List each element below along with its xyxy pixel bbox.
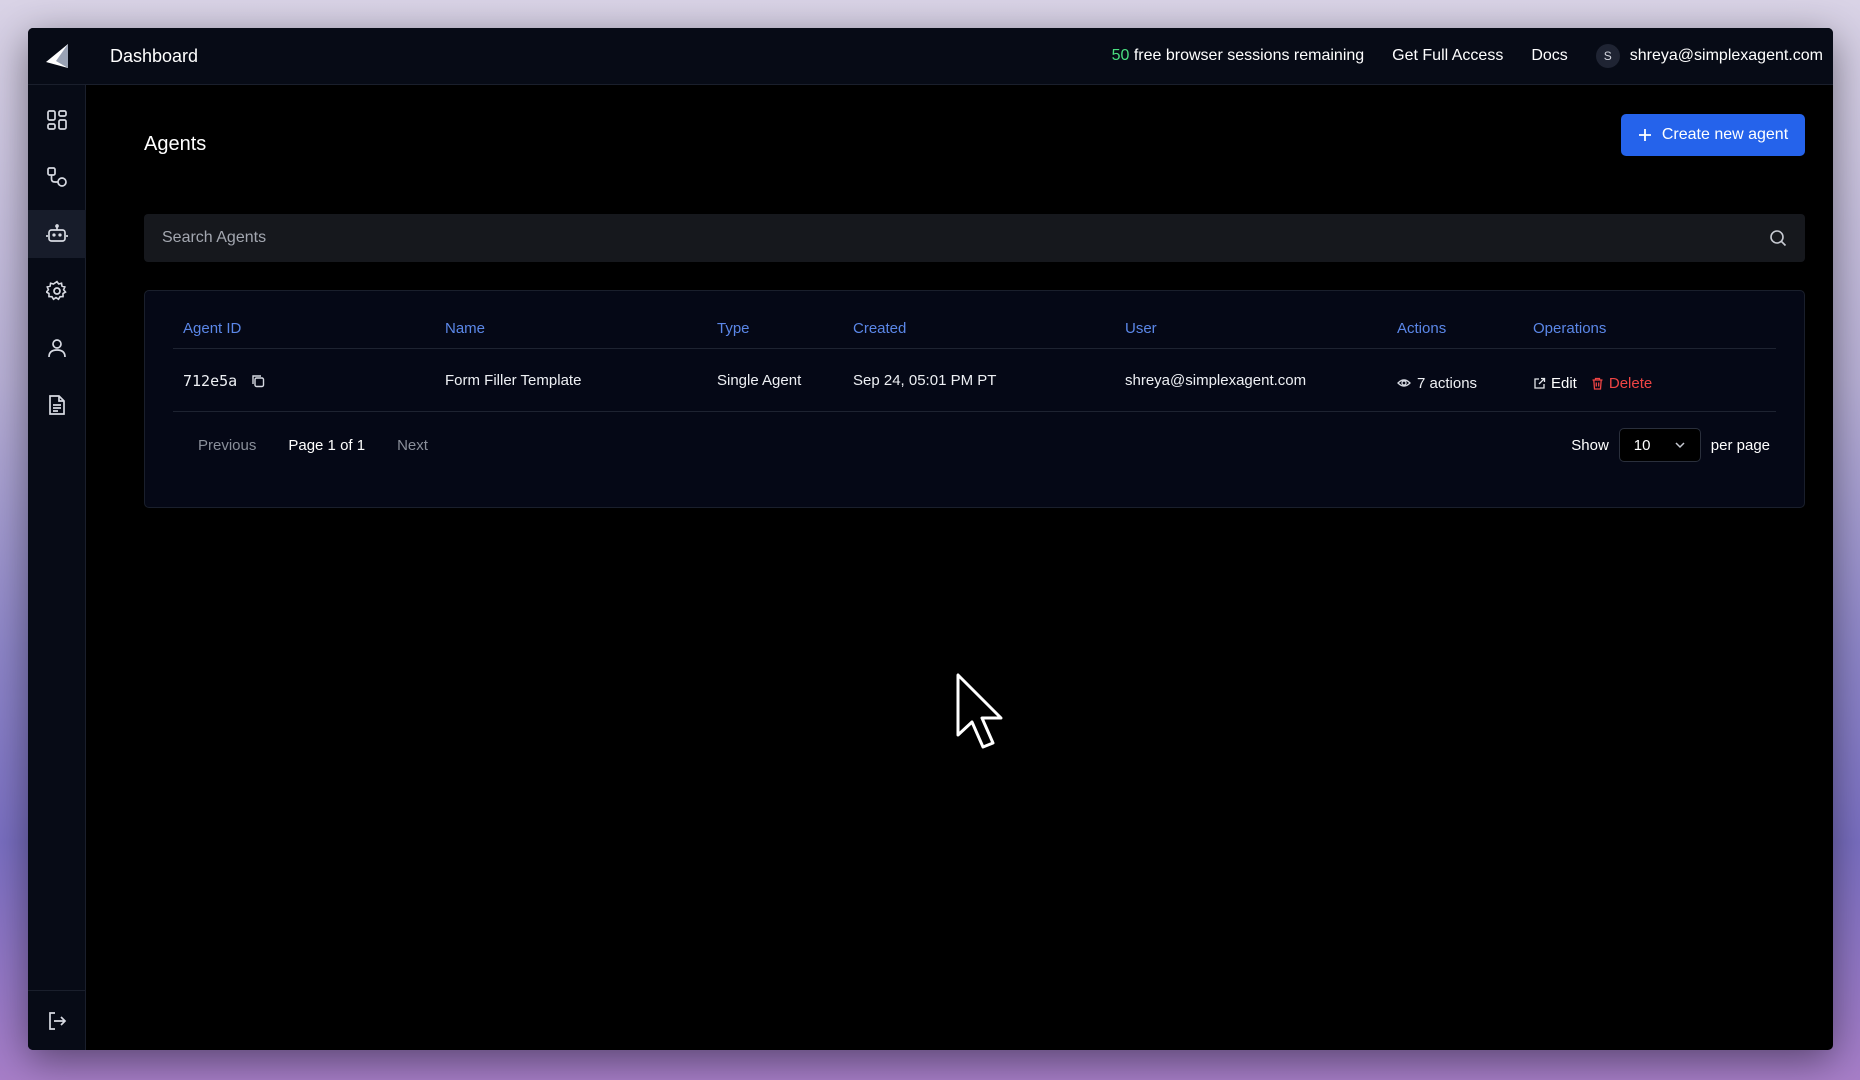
plus-icon xyxy=(1638,129,1651,141)
pagination: Previous Page 1 of 1 Next Show 10 per pa… xyxy=(173,413,1776,477)
user-email: shreya@simplexagent.com xyxy=(1629,47,1823,64)
sidebar-item-agents[interactable] xyxy=(28,210,86,258)
trash-icon xyxy=(1592,377,1603,390)
page-title: Dashboard xyxy=(110,45,199,66)
sessions-text: free browser sessions remaining xyxy=(1129,47,1365,64)
create-agent-label: Create new agent xyxy=(1661,126,1789,143)
logo[interactable] xyxy=(28,28,86,85)
mouse-cursor-icon xyxy=(956,673,1003,749)
user-menu[interactable]: S shreya@simplexagent.com xyxy=(1595,44,1823,68)
column-created[interactable]: Created xyxy=(843,320,1115,337)
per-page-select[interactable]: 10 xyxy=(1618,428,1701,462)
logout-button[interactable] xyxy=(28,990,86,1050)
top-bar: Dashboard 50 free browser sessions remai… xyxy=(28,28,1833,85)
agent-type: Single Agent xyxy=(717,372,802,389)
column-agent-id[interactable]: Agent ID xyxy=(173,320,435,337)
app-window: Dashboard 50 free browser sessions remai… xyxy=(28,28,1833,1050)
sessions-count: 50 xyxy=(1111,47,1130,64)
agent-name: Form Filler Template xyxy=(445,372,582,389)
actions-count: 7 actions xyxy=(1417,374,1478,392)
sidebar-item-profile[interactable] xyxy=(28,324,86,372)
user-icon xyxy=(48,339,66,358)
dashboard-grid-icon xyxy=(47,110,67,130)
agents-heading: Agents xyxy=(144,133,207,155)
logout-icon xyxy=(49,1011,67,1030)
show-label: Show xyxy=(1571,436,1609,454)
main-content: Agents Create new agent Agent ID Name Ty… xyxy=(86,85,1833,1050)
edit-button[interactable]: Edit xyxy=(1533,375,1577,392)
avatar: S xyxy=(1595,44,1620,68)
column-type[interactable]: Type xyxy=(707,320,843,337)
agent-created: Sep 24, 05:01 PM PT xyxy=(853,372,997,389)
robot-icon xyxy=(46,224,68,242)
logo-icon xyxy=(46,44,68,68)
document-icon xyxy=(49,395,65,415)
table-row: 712e5a Form Filler Template Single Agent… xyxy=(173,350,1776,412)
search-icon[interactable] xyxy=(1769,229,1787,247)
agent-id-cell: 712e5a xyxy=(183,372,265,390)
delete-button[interactable]: Delete xyxy=(1591,375,1652,392)
external-edit-icon xyxy=(1534,377,1546,389)
workflow-icon xyxy=(47,167,67,187)
get-full-access-link[interactable]: Get Full Access xyxy=(1392,47,1503,65)
agent-id: 712e5a xyxy=(183,371,238,390)
search-bar xyxy=(144,214,1805,262)
agent-user: shreya@simplexagent.com xyxy=(1125,372,1307,389)
copy-icon[interactable] xyxy=(251,374,265,388)
docs-link[interactable]: Docs xyxy=(1531,47,1567,65)
sidebar-item-docs[interactable] xyxy=(28,381,86,429)
previous-button[interactable]: Previous xyxy=(198,437,256,454)
chevron-down-icon xyxy=(1675,442,1685,449)
sidebar xyxy=(28,85,86,1050)
eye-icon xyxy=(1397,379,1411,387)
column-operations[interactable]: Operations xyxy=(1523,320,1776,337)
create-agent-button[interactable]: Create new agent xyxy=(1621,114,1805,156)
sessions-remaining: 50 free browser sessions remaining xyxy=(1112,47,1365,65)
page-info: Page 1 of 1 xyxy=(288,436,366,454)
sidebar-item-dashboard[interactable] xyxy=(28,96,86,144)
table-header: Agent ID Name Type Created User Actions … xyxy=(173,309,1776,349)
agents-table: Agent ID Name Type Created User Actions … xyxy=(144,290,1805,508)
search-input[interactable] xyxy=(162,229,1769,247)
per-page-label: per page xyxy=(1710,436,1770,454)
sidebar-item-workflows[interactable] xyxy=(28,153,86,201)
per-page-value: 10 xyxy=(1633,436,1651,454)
sidebar-item-settings[interactable] xyxy=(28,267,86,315)
edit-label: Edit xyxy=(1551,375,1577,392)
gear-icon xyxy=(46,280,67,301)
column-user[interactable]: User xyxy=(1115,320,1387,337)
view-actions-link[interactable]: 7 actions xyxy=(1397,375,1477,392)
next-button[interactable]: Next xyxy=(397,437,428,454)
column-name[interactable]: Name xyxy=(435,320,707,337)
delete-label: Delete xyxy=(1608,375,1653,392)
column-actions[interactable]: Actions xyxy=(1387,320,1523,337)
operations-cell: Edit Delete xyxy=(1533,375,1652,392)
